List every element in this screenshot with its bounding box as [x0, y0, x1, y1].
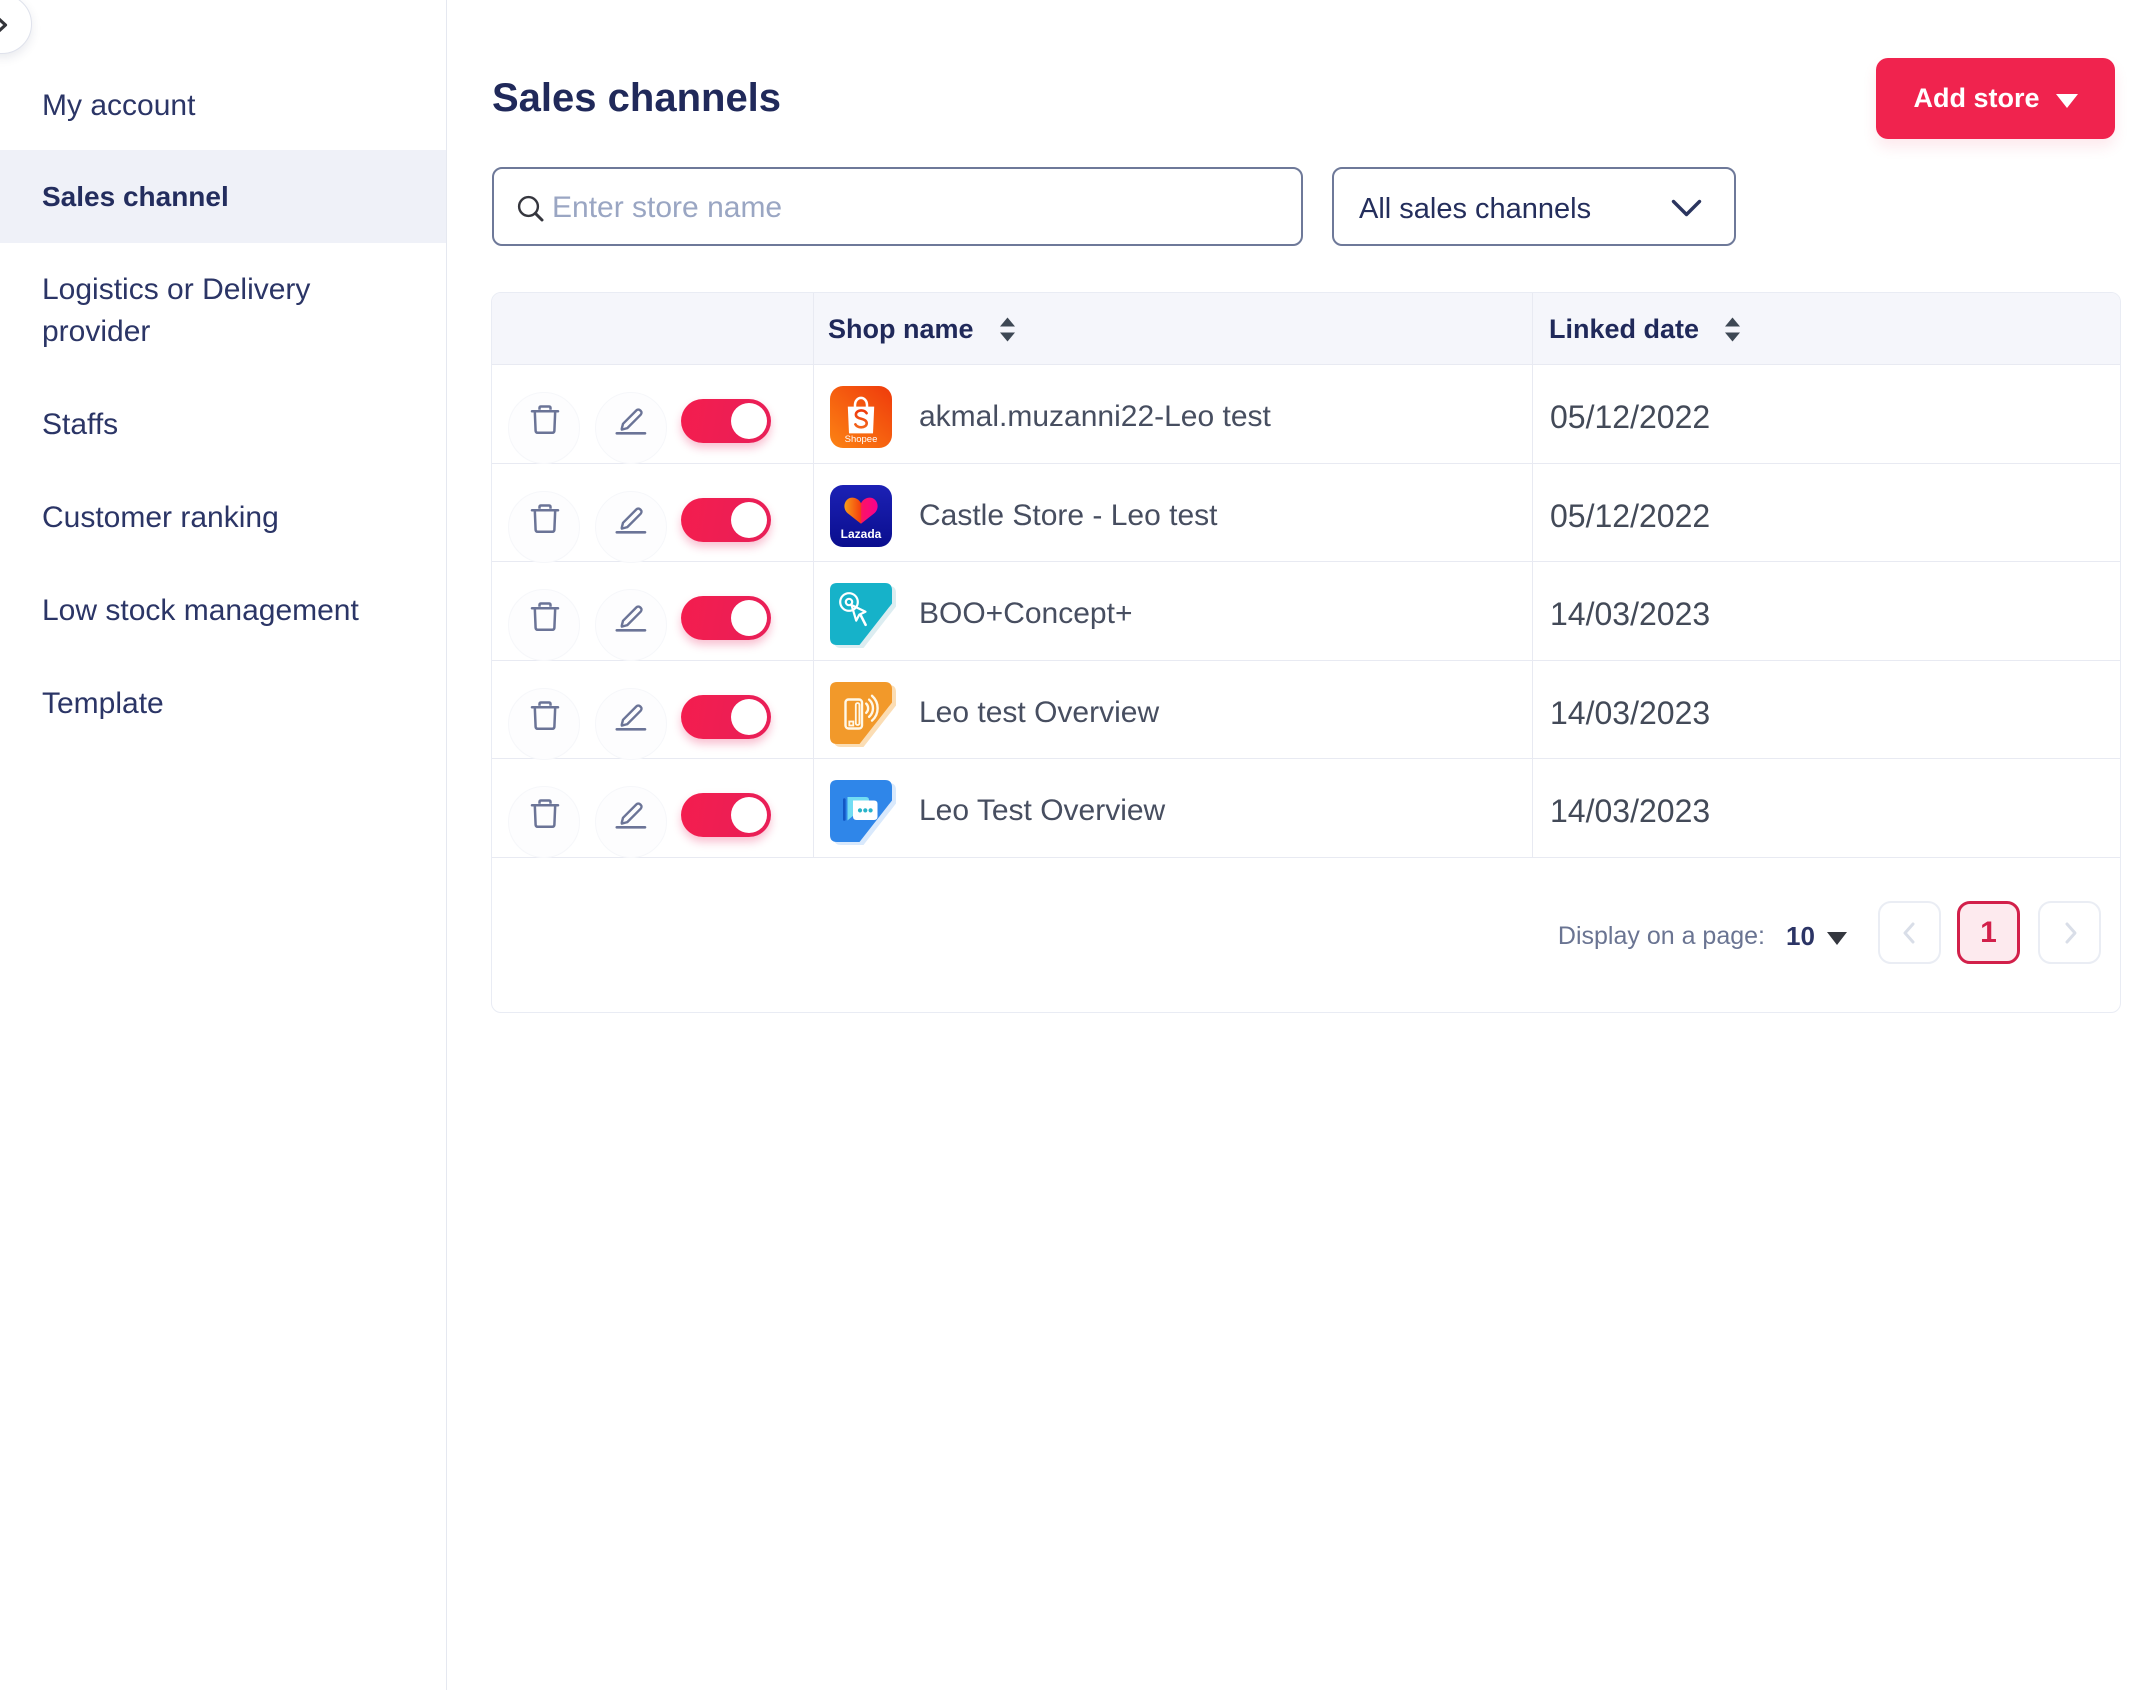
svg-text:Shopee: Shopee — [845, 434, 878, 445]
svg-text:Lazada: Lazada — [841, 527, 882, 541]
